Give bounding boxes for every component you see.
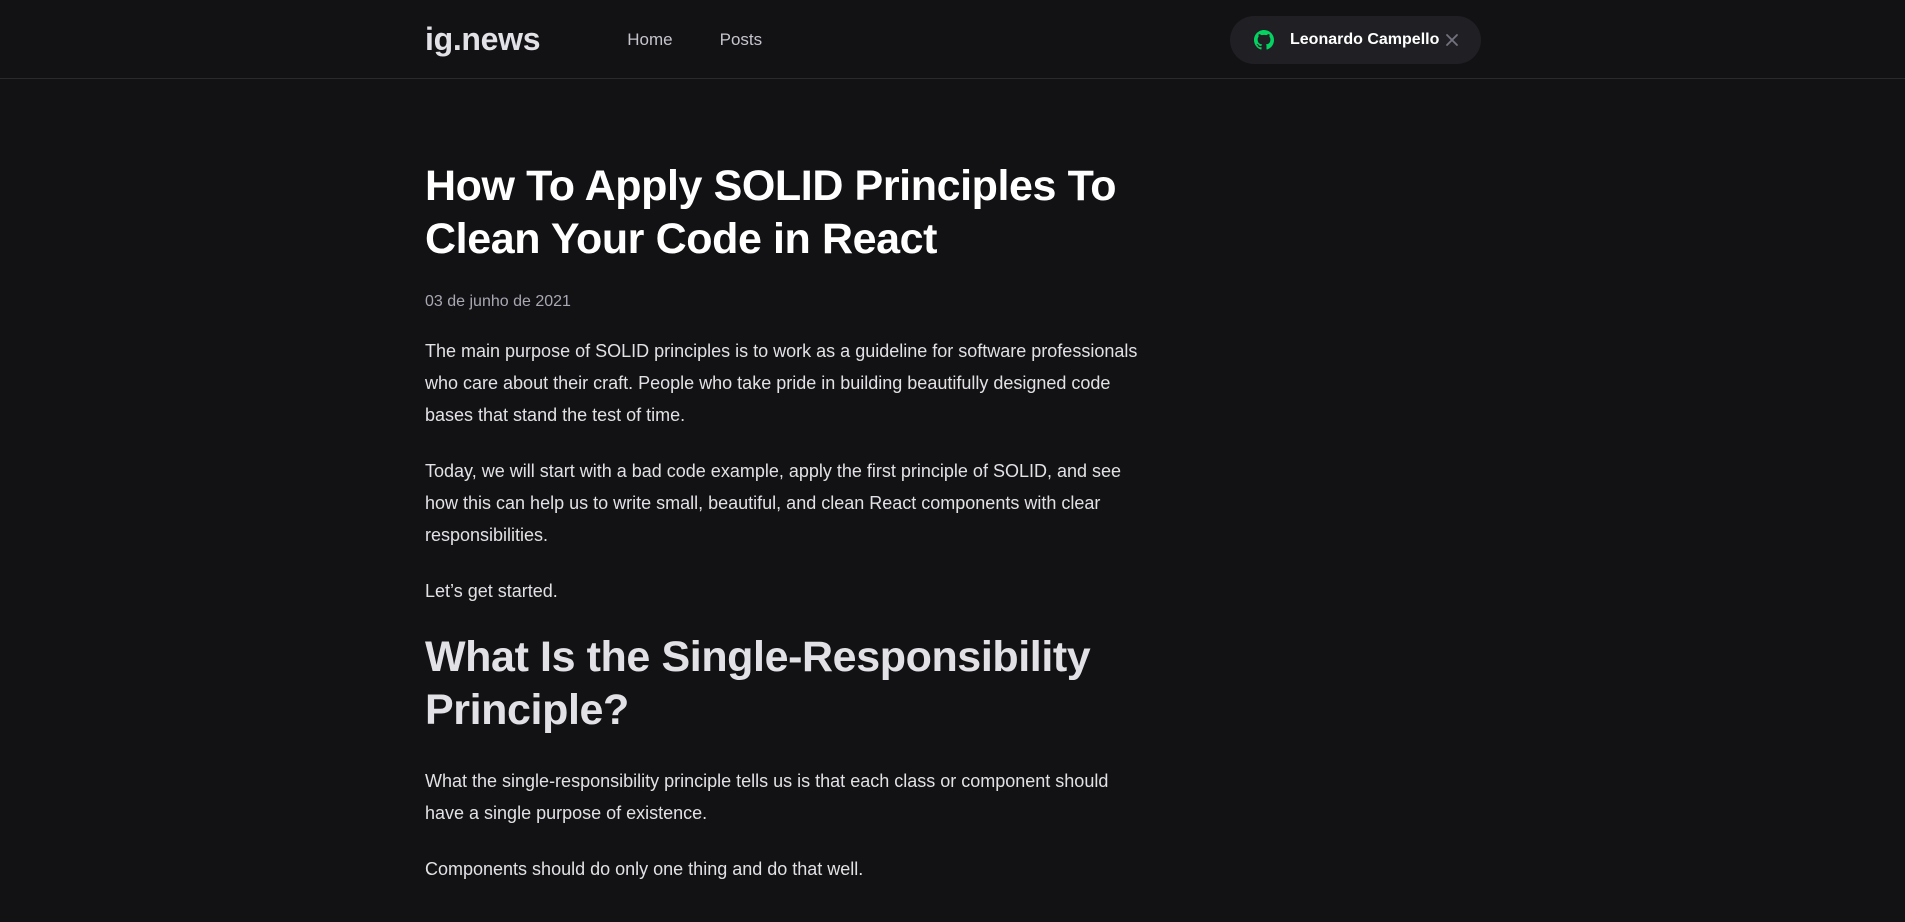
post-date: 03 de junho de 2021 xyxy=(425,293,571,310)
main-nav: Home Posts xyxy=(627,30,762,50)
nav-link-home[interactable]: Home xyxy=(627,30,672,50)
site-header: ig.news Home Posts Leonardo Campello xyxy=(0,0,1905,79)
post-title: How To Apply SOLID Principles To Clean Y… xyxy=(425,162,1117,263)
post-paragraph: Let’s get started. xyxy=(425,581,558,601)
header-content: ig.news Home Posts Leonardo Campello xyxy=(425,0,1481,79)
close-icon[interactable] xyxy=(1445,33,1459,47)
user-signin-button[interactable]: Leonardo Campello xyxy=(1230,15,1481,64)
section-heading: What Is the Single-Responsibility Princi… xyxy=(425,633,1091,734)
user-name: Leonardo Campello xyxy=(1290,30,1440,48)
post-paragraph: Today, we will start with a bad code exa… xyxy=(425,461,1122,545)
nav-link-posts[interactable]: Posts xyxy=(720,30,763,50)
post-content: The main purpose of SOLID principles is … xyxy=(425,335,1145,885)
post-article: How To Apply SOLID Principles To Clean Y… xyxy=(425,79,1145,909)
post-paragraph: What the single-responsibility principle… xyxy=(425,771,1109,823)
post-paragraph: The main purpose of SOLID principles is … xyxy=(425,341,1138,425)
github-icon xyxy=(1254,29,1274,50)
site-logo[interactable]: ig.news xyxy=(425,21,541,58)
post-paragraph: Components should do only one thing and … xyxy=(425,859,864,879)
